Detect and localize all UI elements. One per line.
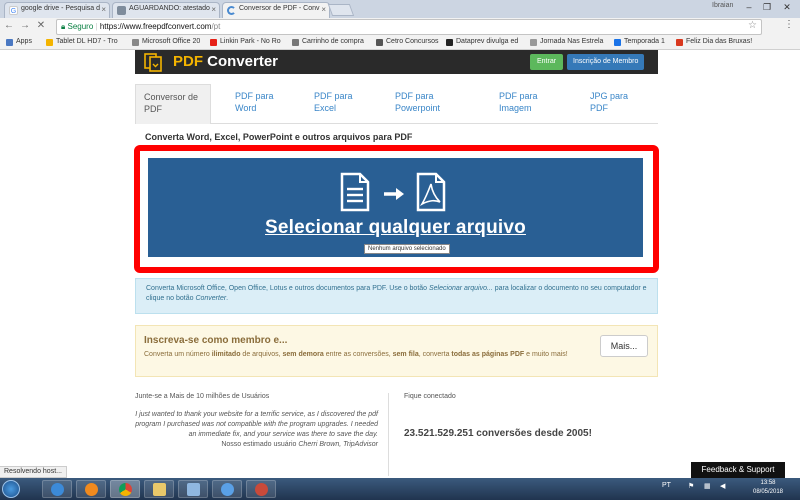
youtube-icon	[210, 39, 217, 46]
bookmark-carrinho[interactable]: Carrinho de compra	[292, 38, 364, 46]
stop-icon[interactable]: ✕	[34, 20, 48, 31]
taskbar-send-icon[interactable]	[212, 480, 242, 498]
converter-nav: Conversor de PDF PDF para Word PDF para Exc…	[135, 84, 658, 124]
bookmark-icon	[530, 39, 537, 46]
signup-button[interactable]: Inscrição de Membro	[567, 54, 645, 70]
taskbar-ie-icon[interactable]	[42, 480, 72, 498]
cart-icon	[292, 39, 299, 46]
doc-icon	[132, 39, 139, 46]
bookmark-bruxas[interactable]: Feliz Dia das Bruxas!	[676, 38, 752, 46]
tab-pdf-word[interactable]: PDF para Word	[227, 84, 282, 124]
site-header: PDF Converter Entrar Inscrição de Membro	[135, 50, 658, 74]
bookmark-icon	[446, 39, 453, 46]
site-logo[interactable]: PDF Converter	[173, 53, 278, 70]
bookmark-dataprev[interactable]: Dataprev divulga ed	[446, 38, 518, 46]
footer-divider	[388, 393, 389, 476]
taskbar-window-icon[interactable]	[178, 480, 208, 498]
browser-tab-conversor[interactable]: Conversor de PDF - Conv ×	[222, 2, 330, 18]
bookmark-temporada[interactable]: Temporada 1	[614, 38, 665, 46]
loading-icon	[227, 6, 236, 15]
close-tab-icon[interactable]: ×	[321, 5, 326, 14]
testimonial-signature: Nosso estimado usuário Cherri Brown, Tri…	[221, 441, 378, 448]
browser-tab-google[interactable]: G google drive - Pesquisa d ×	[4, 2, 110, 18]
taskbar-explorer-icon[interactable]	[144, 480, 174, 498]
browser-menu-icon[interactable]: ⋮	[784, 19, 794, 30]
taskbar-clock[interactable]: 13:58 08/05/2018	[748, 479, 788, 497]
bookmark-icon	[376, 39, 383, 46]
upload-tooltip: Nenhum arquivo selecionado	[364, 244, 450, 254]
bookmark-icon	[676, 39, 683, 46]
upload-label[interactable]: Selecionar qualquer arquivo	[148, 217, 643, 239]
url-separator: |	[95, 22, 98, 31]
connect-heading: Fique conectado	[404, 393, 456, 400]
bookmarks-bar: Apps Tablet DL HD7 - Tro Microsoft Offic…	[0, 36, 800, 50]
doc-to-pdf-icon	[340, 172, 446, 212]
url-path: /pt	[211, 22, 221, 31]
start-button-icon[interactable]	[2, 480, 20, 498]
tab-strip: G google drive - Pesquisa d × AGUARDANDO…	[0, 0, 800, 18]
tray-flag-icon[interactable]: ⚑	[688, 482, 694, 490]
bookmark-cetro[interactable]: Cetro Concursos	[376, 38, 439, 46]
pdf-file-icon	[416, 172, 446, 212]
new-tab-button[interactable]	[327, 4, 355, 16]
windows-taskbar: PT ⚑ ▦ ◀ 13:58 08/05/2018	[0, 478, 800, 500]
bookmark-icon	[614, 39, 621, 46]
maximize-icon[interactable]: ❐	[758, 0, 776, 14]
testimonial: I just wanted to thank your website for …	[135, 411, 378, 448]
file-upload-button[interactable]: Selecionar qualquer arquivo	[148, 158, 643, 257]
arrow-right-icon	[384, 188, 404, 200]
lock-icon: 🔒︎	[61, 22, 66, 31]
tab-pdf-excel[interactable]: PDF para Excel	[306, 84, 361, 124]
browser-tab-aguardando[interactable]: AGUARDANDO: atestado ×	[112, 2, 220, 18]
bookmark-star-icon[interactable]: ☆	[748, 20, 757, 31]
info-box: Converta Microsoft Office, Open Office, …	[135, 278, 658, 314]
taskbar-chrome-icon[interactable]	[110, 480, 140, 498]
tab-pdf-imagem[interactable]: PDF para Imagem	[491, 84, 546, 124]
bookmark-office[interactable]: Microsoft Office 20	[132, 38, 200, 46]
tablet-icon	[46, 39, 53, 46]
forward-icon[interactable]: →	[18, 20, 32, 31]
bookmark-tablet[interactable]: Tablet DL HD7 - Tro	[46, 38, 118, 46]
minimize-icon[interactable]: –	[740, 0, 758, 14]
taskbar-search-icon[interactable]	[246, 480, 276, 498]
browser-toolbar: ← → ✕ 🔒︎ Seguro | https://www.freepdfcon…	[0, 18, 800, 36]
tab-pdf-powerpoint[interactable]: PDF para Powerpoint	[387, 84, 448, 124]
doc-icon	[117, 6, 126, 15]
close-window-icon[interactable]: ✕	[776, 0, 798, 14]
pdf-converter-logo-icon	[144, 53, 162, 72]
apps-grid-icon	[6, 39, 13, 46]
feedback-button[interactable]: Feedback & Support	[691, 462, 785, 478]
page-content: PDF Converter Entrar Inscrição de Membro…	[0, 50, 800, 476]
google-icon: G	[9, 6, 18, 15]
document-icon	[340, 172, 370, 212]
secure-label: Seguro	[67, 22, 94, 31]
tab-conversor-pdf[interactable]: Conversor de PDF	[135, 84, 211, 124]
membership-promo: Inscreva-se como membro e... Converta um…	[135, 325, 658, 377]
profile-name[interactable]: Ibraian	[712, 2, 733, 9]
more-button[interactable]: Mais...	[600, 335, 648, 357]
conversion-count: 23.521.529.251 conversões desde 2005!	[404, 428, 592, 439]
bookmark-apps[interactable]: Apps	[6, 38, 32, 46]
promo-text: Converta um número ilimitado de arquivos…	[144, 351, 568, 358]
address-bar[interactable]: 🔒︎ Seguro | https://www.freepdfconvert.c…	[56, 19, 762, 35]
url-host: https://www.freepdfconvert.com	[99, 22, 212, 31]
promo-title: Inscreva-se como membro e...	[144, 335, 288, 346]
tray-volume-icon[interactable]: ◀	[720, 482, 725, 490]
back-icon[interactable]: ←	[2, 20, 16, 31]
status-bar: Resolvendo host...	[0, 466, 67, 478]
close-tab-icon[interactable]: ×	[211, 5, 216, 14]
join-heading: Junte-se a Mais de 10 milhões de Usuário…	[135, 393, 270, 400]
bookmark-jornada[interactable]: Jornada Nas Estrela	[530, 38, 603, 46]
page-subtitle: Converta Word, Excel, PowerPoint e outro…	[145, 132, 413, 142]
close-tab-icon[interactable]: ×	[101, 5, 106, 14]
tab-jpg-pdf[interactable]: JPG para PDF	[582, 84, 636, 124]
taskbar-media-icon[interactable]	[76, 480, 106, 498]
bookmark-linkin-park[interactable]: Linkin Park - No Ro	[210, 38, 281, 46]
login-button[interactable]: Entrar	[530, 54, 564, 70]
language-indicator[interactable]: PT	[662, 482, 671, 489]
tray-network-icon[interactable]: ▦	[704, 482, 711, 490]
